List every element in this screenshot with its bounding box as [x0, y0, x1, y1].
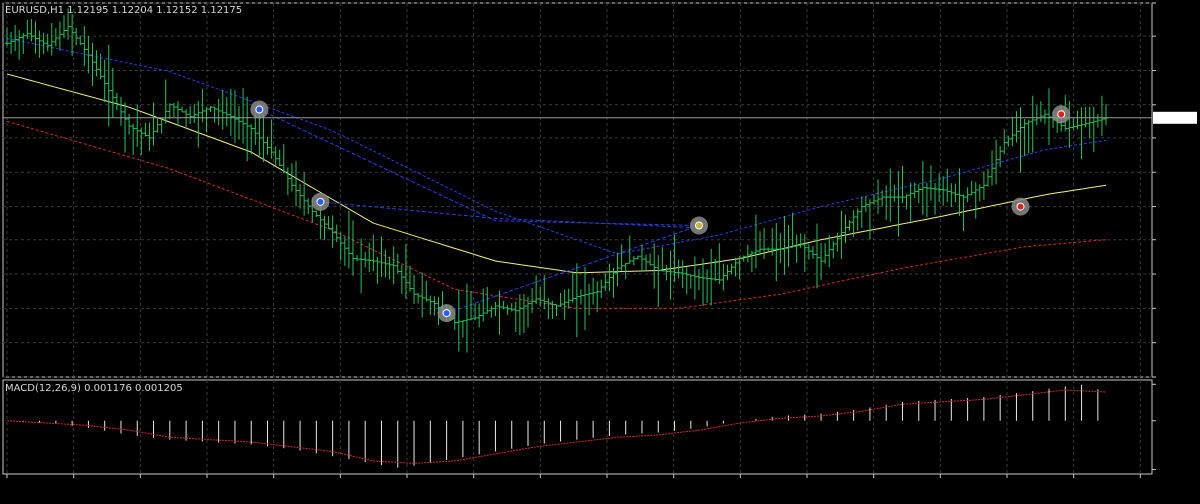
trade-marker-buy	[316, 197, 325, 206]
macd-panel-frame	[2, 379, 1153, 475]
trade-marker-buy	[255, 105, 264, 114]
moving-average-line	[6, 73, 1107, 274]
main-chart-title: EURUSD,H1 1.12195 1.12204 1.12152 1.1217…	[5, 5, 242, 16]
trade-marker-sell	[1057, 110, 1066, 119]
trading-chart-window[interactable]: EURUSD,H1 1.12195 1.12204 1.12152 1.1217…	[0, 0, 1200, 500]
trade-marker-sell	[1016, 202, 1025, 211]
time-axis	[6, 474, 1141, 478]
current-price-badge	[1153, 111, 1197, 124]
chart-canvas[interactable]: EURUSD,H1 1.12195 1.12204 1.12152 1.1217…	[0, 0, 1200, 500]
macd-signal-line	[6, 389, 1107, 464]
macd-indicator-title: MACD(12,26,9) 0.001176 0.001205	[5, 383, 183, 394]
macd-panel[interactable]	[2, 379, 1156, 475]
moving-average-line	[6, 120, 1107, 309]
price-panel[interactable]	[2, 2, 1197, 378]
trade-marker-close	[694, 221, 703, 230]
trade-marker-buy	[442, 309, 451, 318]
